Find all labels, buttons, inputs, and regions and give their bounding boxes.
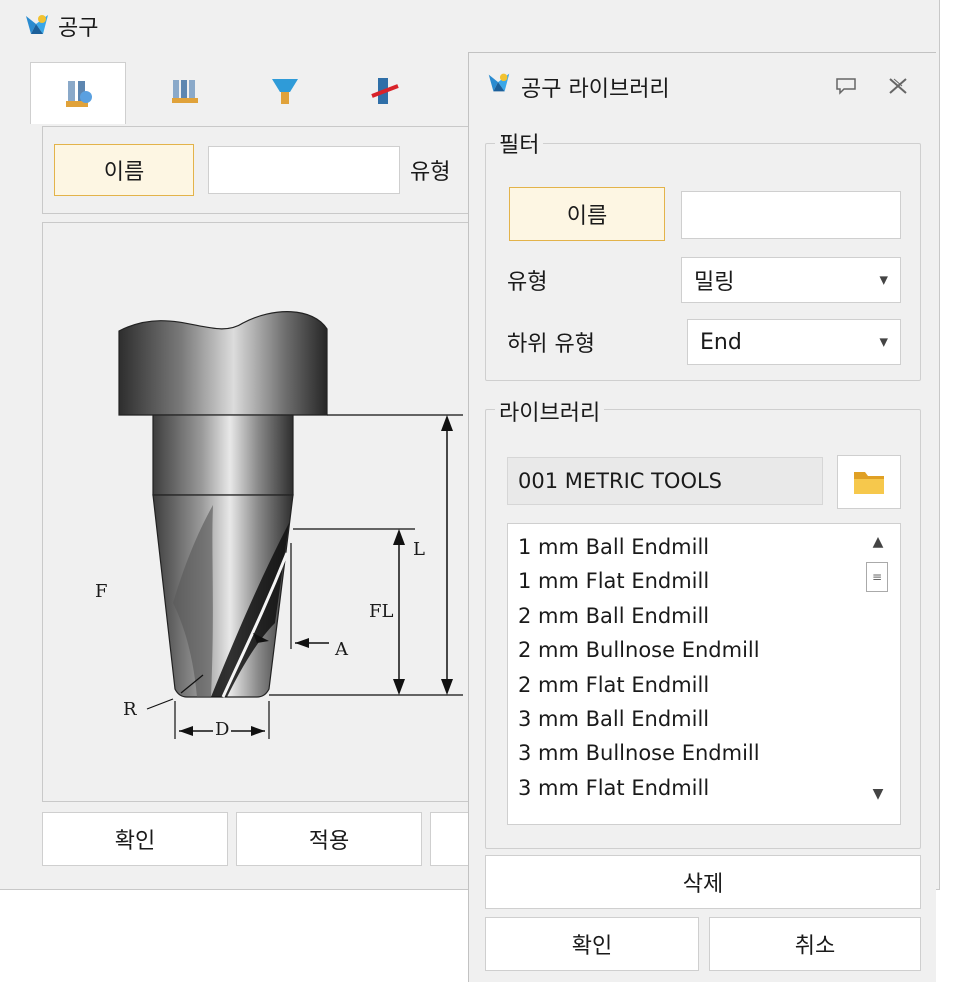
- list-item[interactable]: 2 mm Ball Endmill: [508, 599, 858, 633]
- label-F: F: [95, 581, 108, 602]
- label-R: R: [123, 699, 137, 720]
- window-title: 공구 라이브러리: [521, 77, 670, 102]
- filter-subtype-select[interactable]: End ▼: [687, 319, 901, 365]
- close-icon[interactable]: [887, 77, 909, 95]
- label-D: D: [213, 719, 232, 740]
- browse-folder-button[interactable]: [837, 455, 901, 509]
- list-item[interactable]: 1 mm Ball Endmill: [508, 530, 858, 564]
- scroll-down-icon[interactable]: ▼: [864, 786, 892, 802]
- filter-name-input[interactable]: [681, 191, 901, 239]
- label-FL: FL: [369, 601, 394, 622]
- app-logo-icon: [22, 10, 52, 40]
- type-label: 유형: [410, 160, 451, 185]
- comment-icon[interactable]: [835, 77, 857, 95]
- window-title: 공구: [58, 16, 99, 41]
- cancel-button[interactable]: 취소: [709, 917, 921, 971]
- filter-subtype-value: End: [700, 329, 742, 355]
- list-item[interactable]: 1 mm Flat Endmill: [508, 564, 858, 598]
- endmill-diagram: [118, 311, 463, 739]
- label-A: A: [335, 639, 348, 660]
- scroll-up-icon[interactable]: ▲: [864, 534, 892, 550]
- dropdown-arrow-icon: ▼: [879, 273, 888, 287]
- list-item[interactable]: 3 mm Ball Endmill: [508, 702, 858, 736]
- name-input[interactable]: [208, 146, 400, 194]
- list-item[interactable]: 2 mm Flat Endmill: [508, 668, 858, 702]
- library-group-title: 라이브러리: [495, 395, 605, 427]
- scrollbar-thumb[interactable]: ≡: [866, 562, 888, 592]
- filter-name-button[interactable]: 이름: [509, 187, 665, 241]
- app-logo-icon: [485, 69, 513, 97]
- filter-type-select[interactable]: 밀링 ▼: [681, 257, 901, 303]
- filter-type-label: 유형: [507, 270, 548, 295]
- library-path-field: 001 METRIC TOOLS: [507, 457, 823, 505]
- list-item[interactable]: 3 mm Bullnose Endmill: [508, 736, 858, 770]
- tool-info-icon: [66, 80, 92, 107]
- filter-subtype-label: 하위 유형: [507, 332, 595, 357]
- holder-icon: [272, 79, 298, 104]
- tool-library-dialog: 공구 라이브러리 필터 이름 유형 밀링 ▼ 하위 유형 End ▼ 라이브러리…: [468, 52, 936, 982]
- filter-type-value: 밀링: [694, 270, 735, 295]
- tool-group-icon: [172, 80, 198, 103]
- filter-group-title: 필터: [495, 127, 544, 159]
- list-item[interactable]: 3 mm Flat Endmill: [508, 771, 858, 805]
- folder-icon: [854, 472, 884, 494]
- ok-button[interactable]: 확인: [42, 812, 228, 866]
- tool-list-items: 1 mm Ball Endmill 1 mm Flat Endmill 2 mm B…: [508, 530, 858, 805]
- apply-button[interactable]: 적용: [236, 812, 422, 866]
- tool-path-icon: [371, 78, 399, 104]
- name-button[interactable]: 이름: [54, 144, 194, 196]
- tab-tool-path[interactable]: [340, 62, 430, 120]
- delete-button[interactable]: 삭제: [485, 855, 921, 909]
- tab-tool-group[interactable]: [140, 62, 230, 120]
- tab-holder[interactable]: [240, 62, 330, 120]
- dropdown-arrow-icon: ▼: [879, 335, 888, 349]
- list-item[interactable]: 2 mm Bullnose Endmill: [508, 633, 858, 667]
- tool-diagram-panel: L FL F A R D: [42, 222, 482, 802]
- tool-list[interactable]: 1 mm Ball Endmill 1 mm Flat Endmill 2 mm B…: [507, 523, 901, 825]
- label-L: L: [413, 539, 425, 560]
- tab-tool-info[interactable]: [30, 62, 126, 124]
- ok-button[interactable]: 확인: [485, 917, 699, 971]
